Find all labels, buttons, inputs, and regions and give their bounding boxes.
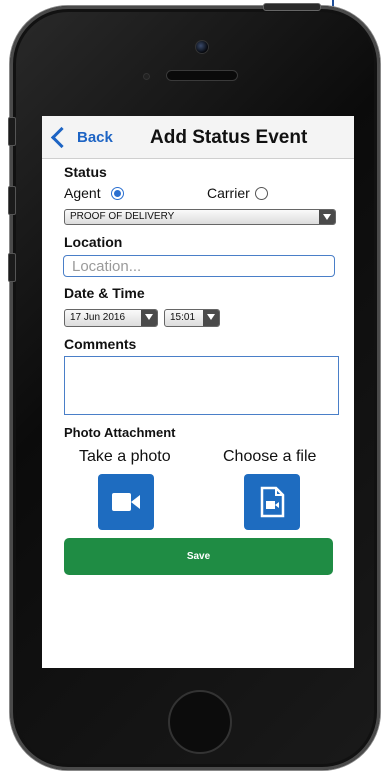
comments-input[interactable] — [65, 357, 338, 414]
comments-field[interactable] — [64, 356, 339, 415]
choose-file-label: Choose a file — [223, 448, 317, 465]
page-title: Add Status Event — [150, 127, 308, 148]
photo-attachment-label: Photo Attachment — [64, 425, 176, 440]
back-button[interactable]: Back — [50, 126, 113, 148]
back-label: Back — [77, 128, 113, 146]
time-select[interactable]: 15:01 — [164, 309, 220, 327]
navigation-bar: Back Add Status Event — [42, 116, 354, 159]
dropdown-arrow-icon — [203, 310, 219, 326]
power-button — [263, 3, 321, 11]
mute-switch — [8, 117, 16, 146]
home-button[interactable] — [168, 690, 232, 754]
save-button[interactable]: Save — [64, 538, 333, 575]
comments-label: Comments — [64, 336, 137, 352]
agent-radio[interactable] — [111, 187, 124, 200]
agent-option-label: Agent — [64, 185, 101, 201]
date-value: 17 Jun 2016 — [70, 312, 126, 323]
datetime-label: Date & Time — [64, 285, 145, 301]
front-camera-icon — [195, 40, 209, 54]
chevron-left-icon — [50, 126, 73, 148]
volume-down-button — [8, 253, 16, 282]
video-file-icon — [260, 486, 285, 518]
carrier-option-label: Carrier — [207, 185, 250, 201]
location-label: Location — [64, 234, 123, 250]
take-photo-button[interactable] — [98, 474, 154, 530]
dropdown-arrow-icon — [319, 210, 335, 224]
carrier-radio[interactable] — [255, 187, 268, 200]
status-type-value: PROOF OF DELIVERY — [70, 211, 175, 222]
time-value: 15:01 — [170, 312, 196, 323]
volume-up-button — [8, 186, 16, 215]
app-screen: Back Add Status Event Status Agent Carri… — [42, 116, 354, 668]
status-label: Status — [64, 164, 107, 180]
dropdown-arrow-icon — [141, 310, 157, 326]
date-select[interactable]: 17 Jun 2016 — [64, 309, 158, 327]
location-input[interactable] — [64, 256, 334, 276]
location-field[interactable] — [63, 255, 335, 277]
video-camera-icon — [112, 493, 140, 511]
sensor-icon — [143, 73, 150, 80]
choose-file-button[interactable] — [244, 474, 300, 530]
earpiece-speaker — [166, 70, 238, 81]
take-photo-label: Take a photo — [79, 448, 171, 465]
status-type-select[interactable]: PROOF OF DELIVERY — [64, 209, 336, 225]
